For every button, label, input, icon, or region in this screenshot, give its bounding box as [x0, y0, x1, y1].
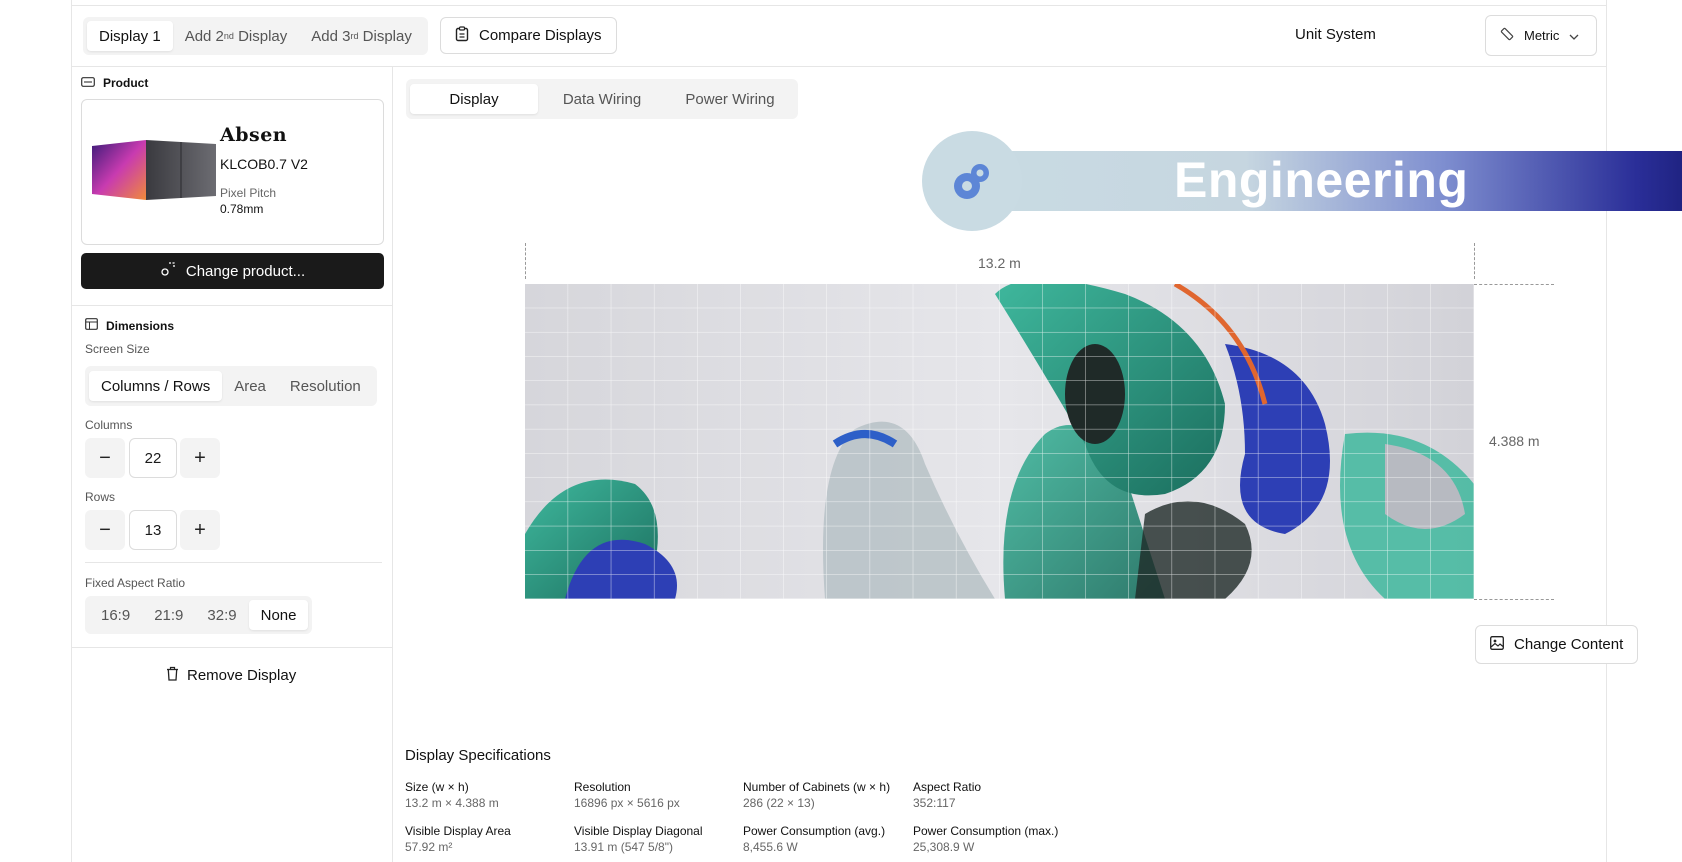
- change-product-button[interactable]: Change product...: [81, 253, 384, 289]
- display-preview: [525, 284, 1474, 599]
- compare-displays-label: Compare Displays: [479, 27, 602, 44]
- compare-displays-button[interactable]: Compare Displays: [440, 17, 617, 54]
- spec-aspect-value: 352:117: [913, 796, 956, 810]
- tab-add-2-suffix: Display: [233, 27, 288, 45]
- tab-display[interactable]: Display: [410, 84, 538, 114]
- product-image: [90, 138, 218, 202]
- tab-add-2nd-display[interactable]: Add 2nd Display: [173, 21, 300, 51]
- spec-resolution-label: Resolution: [574, 780, 631, 794]
- main-panel: Display Data Wiring Power Wiring 13.2 m …: [393, 67, 1682, 862]
- height-dimension: 4.388 m: [1489, 433, 1540, 449]
- unit-system-label: Unit System: [1295, 26, 1376, 43]
- product-card: Absen KLCOB0.7 V2 Pixel Pitch 0.78mm: [81, 99, 384, 245]
- change-content-label: Change Content: [1514, 636, 1624, 653]
- sidebar: Product Absen KLCOB0.7 V2 Pixel Pitch 0.…: [72, 67, 393, 862]
- view-tabs: Display Data Wiring Power Wiring: [406, 79, 798, 119]
- banner-text: Engineering: [1174, 152, 1469, 208]
- spec-size-label: Size (w × h): [405, 780, 469, 794]
- spec-cabinets-label: Number of Cabinets (w × h): [743, 780, 891, 794]
- width-dim-right-line: [1474, 243, 1475, 279]
- tab-add-3-suffix: Display: [358, 27, 412, 45]
- spec-cabinets-value: 286 (22 × 13): [743, 796, 815, 810]
- screen-size-modes: Columns / Rows Area Resolution: [85, 366, 377, 406]
- rows-decrement-button[interactable]: −: [85, 510, 125, 550]
- unit-system-value: Metric: [1524, 28, 1560, 43]
- spec-area-value: 57.92 m²: [405, 840, 453, 854]
- product-title: Product: [103, 76, 149, 90]
- tab-display-1-label: Display 1: [99, 27, 161, 45]
- clipboard-icon: [455, 25, 469, 46]
- divider: [72, 647, 392, 648]
- ruler-icon: [1500, 27, 1514, 44]
- tab-add-3rd-display[interactable]: Add 3rd Display: [299, 21, 424, 51]
- columns-decrement-button[interactable]: −: [85, 438, 125, 478]
- width-dim-left-line: [525, 243, 526, 279]
- change-product-label: Change product...: [185, 262, 306, 280]
- spec-power-avg-label: Power Consumption (avg.): [743, 824, 886, 838]
- dimensions-section-title: Dimensions: [85, 318, 174, 333]
- product-section-title: Product: [81, 76, 148, 90]
- rows-label: Rows: [85, 490, 116, 504]
- unit-system-select[interactable]: Metric: [1485, 15, 1597, 56]
- pixel-pitch-label: Pixel Pitch: [220, 186, 277, 200]
- aspect-32-9[interactable]: 32:9: [195, 600, 248, 630]
- mode-resolution[interactable]: Resolution: [278, 371, 373, 401]
- tab-add-3-prefix: Add 3: [311, 27, 351, 45]
- trash-icon: [166, 666, 179, 685]
- dimensions-icon: [85, 318, 98, 333]
- specs-title: Display Specifications: [405, 747, 551, 764]
- top-bar: Display 1 Add 2nd Display Add 3rd Displa…: [72, 6, 1606, 67]
- tab-display-1[interactable]: Display 1: [87, 21, 173, 51]
- engineering-banner: Engineering: [922, 131, 1682, 231]
- pixel-pitch-value: 0.78mm: [220, 202, 264, 216]
- screen-size-label: Screen Size: [85, 342, 150, 356]
- aspect-21-9[interactable]: 21:9: [142, 600, 195, 630]
- divider: [85, 562, 382, 563]
- app-window: Display 1 Add 2nd Display Add 3rd Displa…: [71, 0, 1682, 862]
- tab-add-3-sup: rd: [350, 31, 359, 41]
- display-tabs: Display 1 Add 2nd Display Add 3rd Displa…: [83, 17, 428, 55]
- spec-diagonal-value: 13.91 m (547 5/8"): [574, 840, 673, 854]
- image-icon: [1490, 635, 1504, 654]
- columns-input[interactable]: 22: [129, 438, 177, 478]
- tab-power-wiring[interactable]: Power Wiring: [666, 84, 794, 114]
- height-dim-top-line: [1474, 284, 1554, 285]
- swap-icon: [160, 261, 176, 281]
- spec-aspect-label: Aspect Ratio: [913, 780, 982, 794]
- width-dimension: 13.2 m: [978, 255, 1021, 271]
- spec-size-value: 13.2 m × 4.388 m: [405, 796, 499, 810]
- rows-increment-button[interactable]: +: [180, 510, 220, 550]
- tab-add-2-sup: nd: [223, 31, 234, 41]
- aspect-none[interactable]: None: [248, 600, 309, 630]
- rows-input[interactable]: 13: [129, 510, 177, 550]
- spec-power-avg-value: 8,455.6 W: [743, 840, 798, 854]
- change-content-button[interactable]: Change Content: [1475, 625, 1639, 664]
- spec-power-max-label: Power Consumption (max.): [913, 824, 1059, 838]
- dimensions-title: Dimensions: [106, 318, 175, 333]
- aspect-ratio-options: 16:9 21:9 32:9 None: [85, 596, 313, 634]
- tab-add-2-prefix: Add 2: [184, 27, 224, 45]
- spec-power-max-value: 25,308.9 W: [913, 840, 975, 854]
- spec-area-label: Visible Display Area: [405, 824, 511, 838]
- aspect-16-9[interactable]: 16:9: [89, 600, 142, 630]
- columns-increment-button[interactable]: +: [180, 438, 220, 478]
- remove-display-label: Remove Display: [187, 667, 297, 684]
- mode-area[interactable]: Area: [222, 371, 278, 401]
- mode-columns-rows[interactable]: Columns / Rows: [89, 371, 223, 401]
- spec-resolution-value: 16896 px × 5616 px: [574, 796, 680, 810]
- chevron-down-icon: [1569, 28, 1579, 43]
- height-dim-bottom-line: [1474, 599, 1554, 600]
- remove-display-button[interactable]: Remove Display: [166, 666, 296, 685]
- divider: [72, 305, 392, 306]
- spec-diagonal-label: Visible Display Diagonal: [574, 824, 703, 838]
- tab-data-wiring[interactable]: Data Wiring: [538, 84, 666, 114]
- product-model: KLCOB0.7 V2: [220, 156, 308, 172]
- aspect-ratio-label: Fixed Aspect Ratio: [85, 576, 186, 590]
- brand-logo: Absen: [220, 124, 288, 146]
- columns-label: Columns: [85, 418, 133, 432]
- product-icon: [81, 76, 95, 90]
